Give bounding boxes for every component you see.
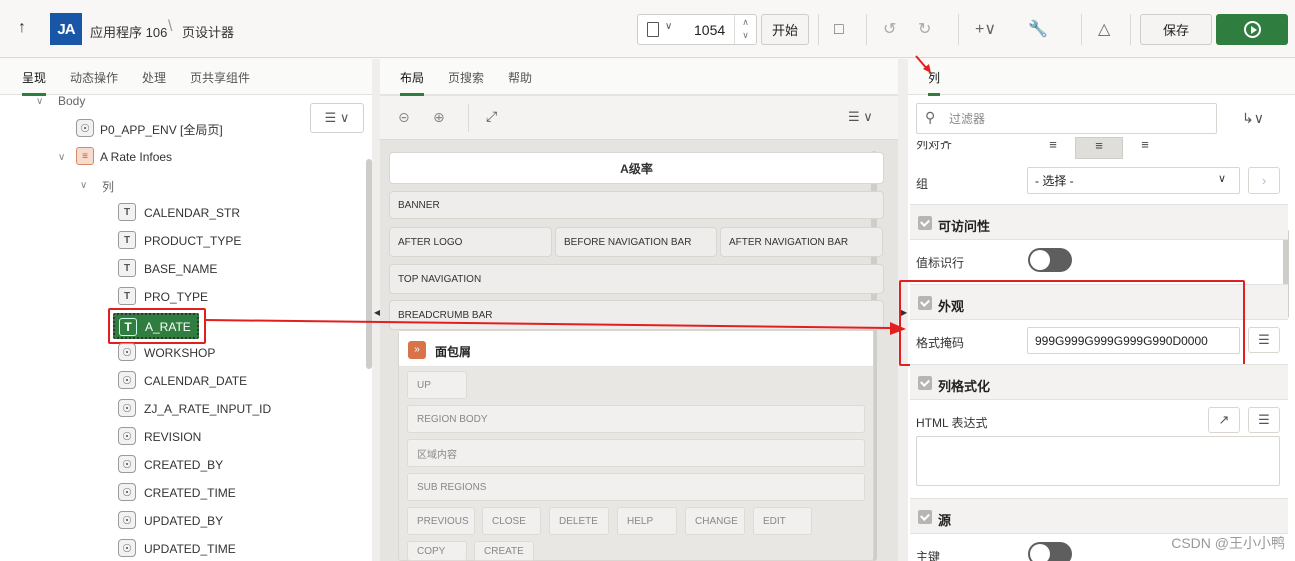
html-expression-list-button[interactable]: ☰ <box>1248 407 1280 433</box>
primary-key-toggle[interactable] <box>1028 542 1072 561</box>
html-expression-label: HTML 表达式 <box>916 416 988 430</box>
html-expression-textarea[interactable] <box>916 436 1280 486</box>
collapse-check-icon <box>918 510 932 524</box>
section-title: 源 <box>938 513 952 528</box>
watermark: CSDN @王小小鸭 <box>1171 535 1285 551</box>
section-source[interactable]: 源 <box>910 498 1288 534</box>
open-editor-button[interactable]: ↗ <box>1208 407 1240 433</box>
primary-key-label: 主键 <box>916 550 941 561</box>
collapse-check-icon <box>918 376 932 390</box>
section-column-formatting[interactable]: 列格式化 <box>910 364 1288 400</box>
section-title: 列格式化 <box>938 379 991 394</box>
